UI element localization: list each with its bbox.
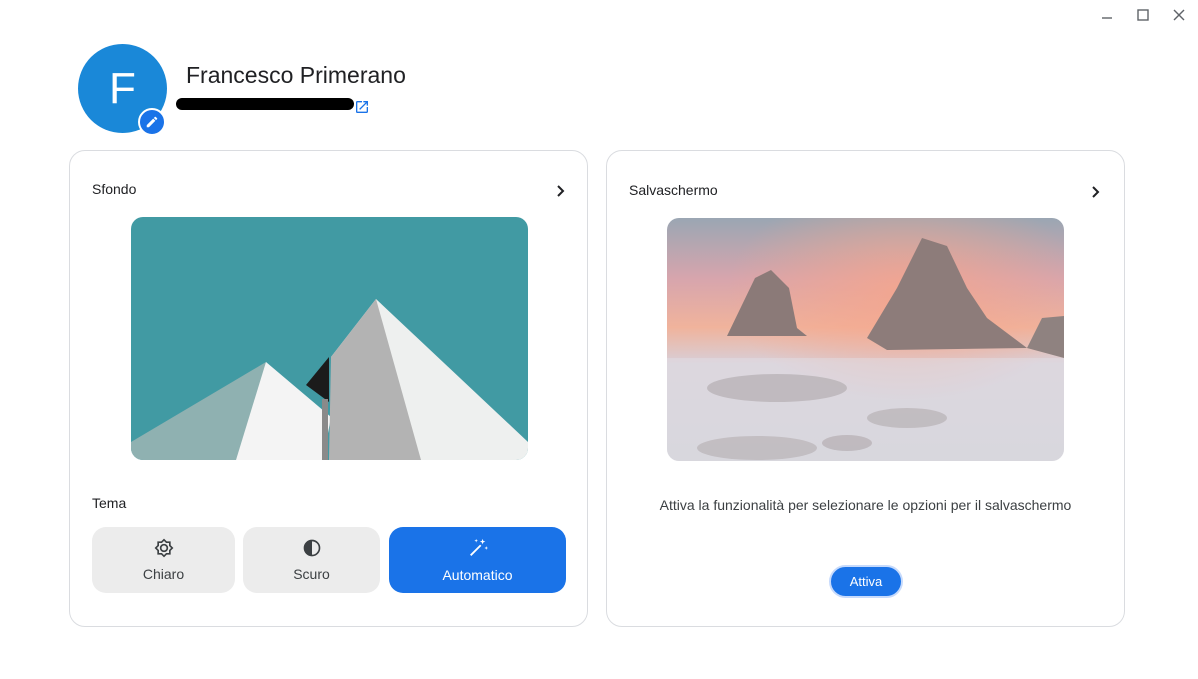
edit-avatar-button[interactable] bbox=[138, 108, 166, 136]
screensaver-message: Attiva la funzionalità per selezionare l… bbox=[659, 497, 1072, 513]
wallpaper-preview[interactable] bbox=[131, 217, 528, 460]
activate-button[interactable]: Attiva bbox=[829, 565, 903, 598]
wallpaper-card: Sfondo Tema Chiaro Scuro Automatico bbox=[69, 150, 588, 627]
magic-wand-icon bbox=[469, 538, 488, 556]
screensaver-preview bbox=[667, 218, 1064, 461]
chevron-right-icon[interactable] bbox=[1087, 184, 1103, 200]
pencil-icon bbox=[146, 116, 158, 128]
minimize-icon[interactable] bbox=[1096, 4, 1118, 26]
screensaver-card: Salvaschermo Attiva la funzionalità per … bbox=[606, 150, 1125, 627]
theme-label: Tema bbox=[92, 495, 127, 511]
profile-header: F Francesco Primerano bbox=[78, 44, 678, 136]
theme-auto-label: Automatico bbox=[442, 567, 513, 583]
chevron-right-icon[interactable] bbox=[552, 183, 568, 199]
theme-dark-button[interactable]: Scuro bbox=[243, 527, 380, 593]
user-name: Francesco Primerano bbox=[186, 62, 406, 88]
theme-light-button[interactable]: Chiaro bbox=[92, 527, 235, 593]
close-icon[interactable] bbox=[1168, 4, 1190, 26]
screensaver-title: Salvaschermo bbox=[629, 182, 718, 198]
theme-dark-label: Scuro bbox=[293, 566, 330, 582]
theme-light-label: Chiaro bbox=[142, 566, 185, 582]
avatar-letter: F bbox=[109, 63, 136, 113]
theme-auto-button[interactable]: Automatico bbox=[389, 527, 566, 593]
redacted-email bbox=[176, 98, 354, 110]
open-external-icon[interactable] bbox=[354, 99, 370, 115]
wallpaper-title: Sfondo bbox=[92, 181, 137, 197]
maximize-icon[interactable] bbox=[1132, 4, 1154, 26]
window-controls bbox=[1096, 4, 1190, 26]
personalization-window: F Francesco Primerano Sfondo Tema Chiaro… bbox=[0, 0, 1198, 679]
contrast-icon bbox=[303, 539, 320, 557]
brightness-icon bbox=[154, 538, 173, 558]
